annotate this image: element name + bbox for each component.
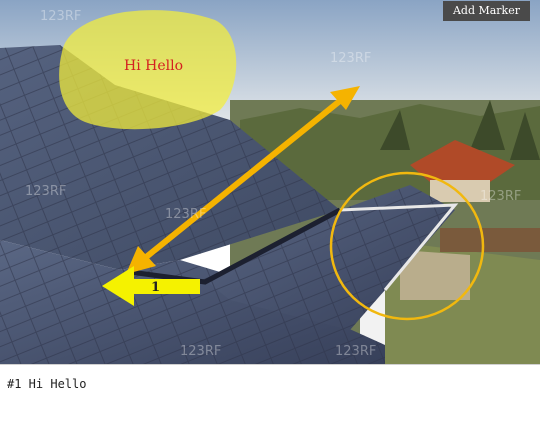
marker-number[interactable]: 1: [151, 280, 160, 295]
notes-area[interactable]: #1 Hi Hello: [0, 365, 540, 448]
svg-text:123RF: 123RF: [25, 184, 66, 199]
svg-text:123RF: 123RF: [40, 9, 81, 24]
highlight-label[interactable]: Hi Hello: [124, 58, 183, 74]
svg-text:123RF: 123RF: [480, 189, 521, 204]
svg-text:123RF: 123RF: [335, 344, 376, 359]
svg-text:123RF: 123RF: [180, 344, 221, 359]
svg-text:123RF: 123RF: [330, 51, 371, 66]
roof-photo: 123RF 123RF 123RF 123RF 123RF 123RF 123R…: [0, 0, 540, 364]
note-entry: #1 Hi Hello: [7, 377, 87, 391]
annotation-canvas[interactable]: 123RF 123RF 123RF 123RF 123RF 123RF 123R…: [0, 0, 540, 365]
add-marker-button[interactable]: Add Marker: [442, 1, 530, 21]
svg-text:123RF: 123RF: [165, 207, 206, 222]
